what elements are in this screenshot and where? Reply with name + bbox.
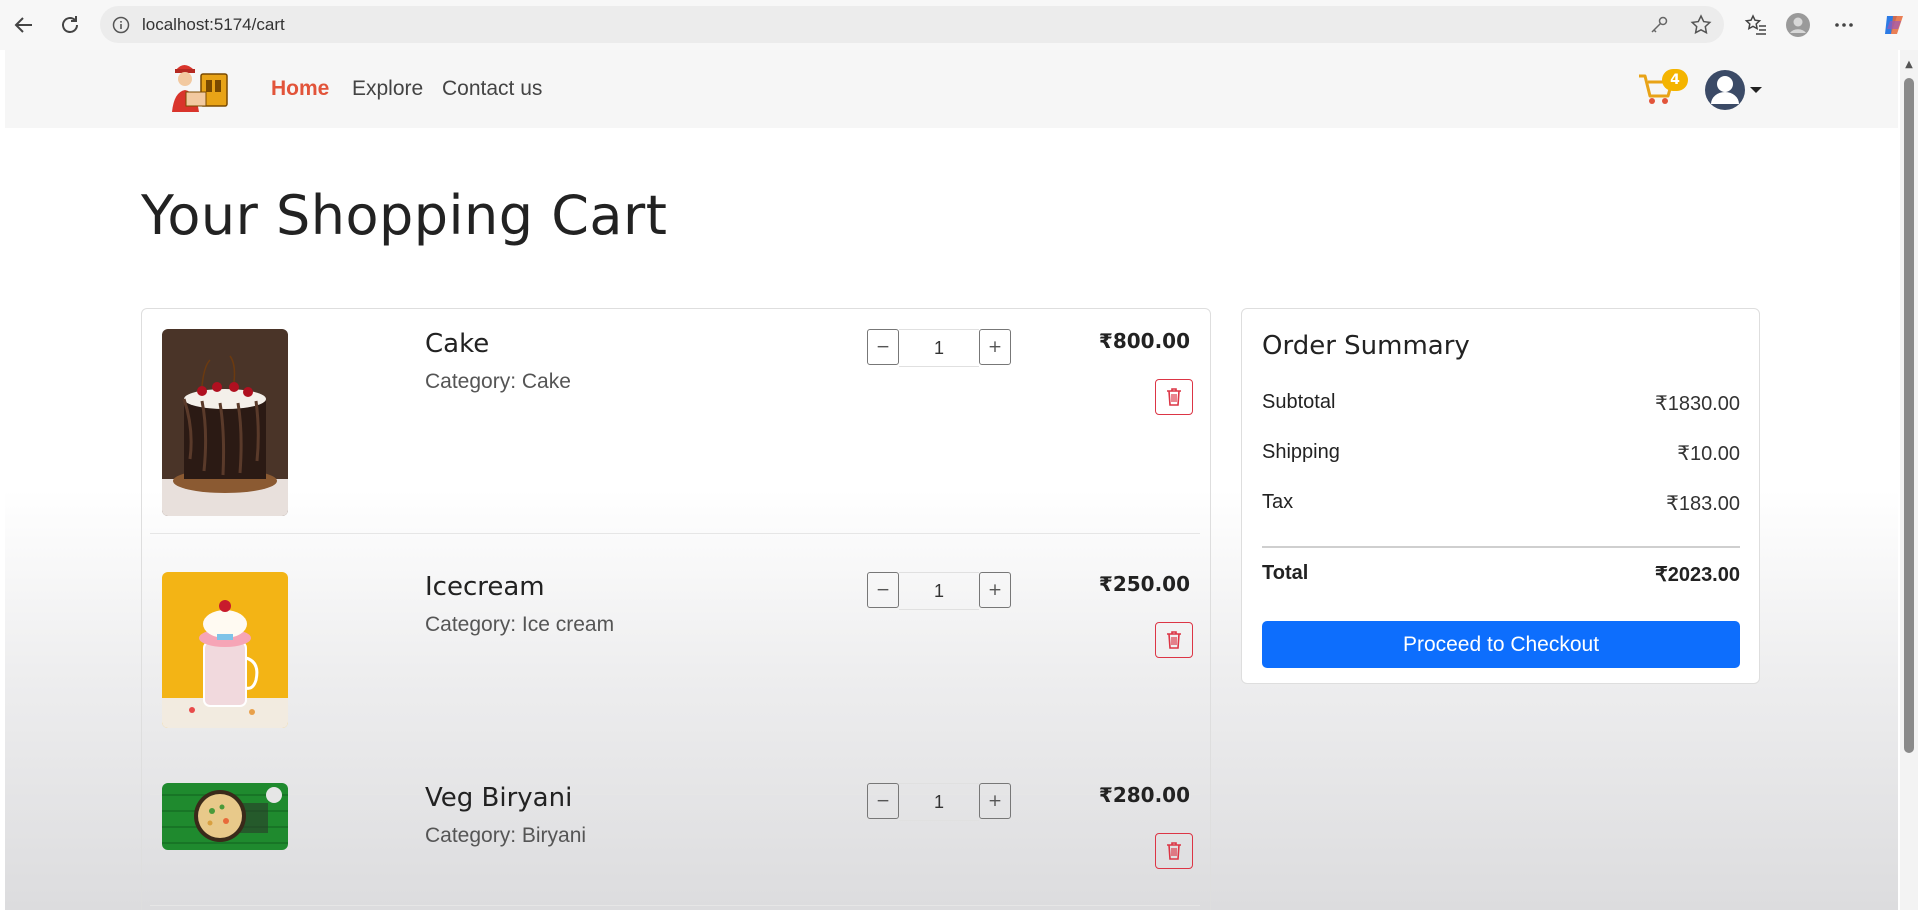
item-divider — [150, 533, 1200, 534]
back-icon[interactable] — [10, 11, 38, 39]
total-value: ₹2023.00 — [1654, 564, 1740, 586]
star-icon[interactable] — [1690, 14, 1712, 36]
remove-item-button[interactable] — [1155, 622, 1193, 658]
total-label: Total — [1262, 562, 1309, 584]
summary-divider — [1262, 546, 1740, 548]
decrease-quantity-button[interactable]: − — [867, 783, 899, 819]
item-category: Category: Biryani — [425, 824, 587, 847]
cart-button[interactable]: 4 — [1635, 66, 1688, 116]
icecream-image — [162, 572, 288, 728]
more-options-icon[interactable] — [1830, 11, 1858, 39]
scrollbar-thumb[interactable] — [1904, 78, 1914, 753]
tax-row: Tax ₹183.00 — [1262, 491, 1740, 519]
subtotal-label: Subtotal — [1262, 391, 1336, 413]
page-title: Your Shopping Cart — [141, 184, 668, 247]
order-summary-card: Order Summary Subtotal ₹1830.00 Shipping… — [1241, 308, 1760, 684]
subtotal-value: ₹1830.00 — [1654, 393, 1740, 415]
proceed-to-checkout-button[interactable]: Proceed to Checkout — [1262, 621, 1740, 668]
chevron-down-icon — [1750, 87, 1762, 93]
reload-icon[interactable] — [56, 11, 84, 39]
user-menu-toggle[interactable] — [1705, 68, 1765, 112]
item-price: ₹250.00 — [1098, 572, 1190, 596]
url-text: localhost:5174/cart — [142, 14, 285, 34]
subtotal-row: Subtotal ₹1830.00 — [1262, 391, 1740, 419]
quantity-input[interactable]: 1 — [899, 572, 979, 610]
tax-label: Tax — [1262, 491, 1294, 513]
cart-items-card: Cake Category: Cake − 1 + ₹800.00 Icecre… — [141, 308, 1211, 910]
order-summary-title: Order Summary — [1262, 331, 1470, 361]
brand-logo[interactable] — [168, 60, 232, 118]
shipping-label: Shipping — [1262, 441, 1340, 463]
item-name: Veg Biryani — [425, 783, 573, 813]
item-divider — [150, 794, 1200, 795]
remove-item-button[interactable] — [1155, 379, 1193, 415]
shipping-value: ₹10.00 — [1677, 443, 1740, 465]
remove-item-button[interactable] — [1155, 833, 1193, 869]
shipping-row: Shipping ₹10.00 — [1262, 441, 1740, 469]
increase-quantity-button[interactable]: + — [979, 783, 1011, 819]
quantity-stepper: − 1 + — [867, 329, 1013, 367]
quantity-stepper: − 1 + — [867, 783, 1013, 821]
quantity-input[interactable]: 1 — [899, 329, 979, 367]
item-price: ₹800.00 — [1098, 329, 1190, 353]
site-info-icon[interactable] — [110, 14, 132, 36]
scroll-up-icon[interactable]: ▲ — [1903, 58, 1915, 70]
trash-icon — [1167, 388, 1181, 406]
total-row: Total ₹2023.00 — [1262, 562, 1740, 590]
item-category: Category: Ice cream — [425, 613, 615, 636]
item-name: Icecream — [425, 572, 545, 602]
nav-home-link[interactable]: Home — [271, 77, 329, 101]
cart-count-badge: 4 — [1662, 69, 1688, 91]
biryani-image — [162, 783, 288, 850]
item-divider — [150, 905, 1200, 906]
quantity-input[interactable]: 1 — [899, 783, 979, 821]
trash-icon — [1167, 842, 1181, 860]
decrease-quantity-button[interactable]: − — [867, 329, 899, 365]
increase-quantity-button[interactable]: + — [979, 329, 1011, 365]
page-content: Home Explore Contact us 4 Your Shopping … — [5, 50, 1898, 910]
copilot-icon[interactable] — [1880, 11, 1908, 39]
address-bar[interactable]: localhost:5174/cart — [100, 6, 1724, 43]
quantity-stepper: − 1 + — [867, 572, 1013, 610]
key-icon[interactable] — [1648, 14, 1670, 36]
tax-value: ₹183.00 — [1666, 493, 1740, 515]
item-category: Category: Cake — [425, 370, 571, 393]
item-name: Cake — [425, 329, 490, 359]
nav-explore-link[interactable]: Explore — [352, 77, 423, 101]
favorites-icon[interactable] — [1742, 11, 1770, 39]
site-navbar: Home Explore Contact us 4 — [5, 50, 1898, 128]
browser-toolbar: localhost:5174/cart — [0, 0, 1918, 50]
profile-icon[interactable] — [1784, 11, 1812, 39]
nav-contact-link[interactable]: Contact us — [442, 77, 542, 101]
trash-icon — [1167, 631, 1181, 649]
cake-image — [162, 329, 288, 516]
increase-quantity-button[interactable]: + — [979, 572, 1011, 608]
item-price: ₹280.00 — [1098, 783, 1190, 807]
decrease-quantity-button[interactable]: − — [867, 572, 899, 608]
